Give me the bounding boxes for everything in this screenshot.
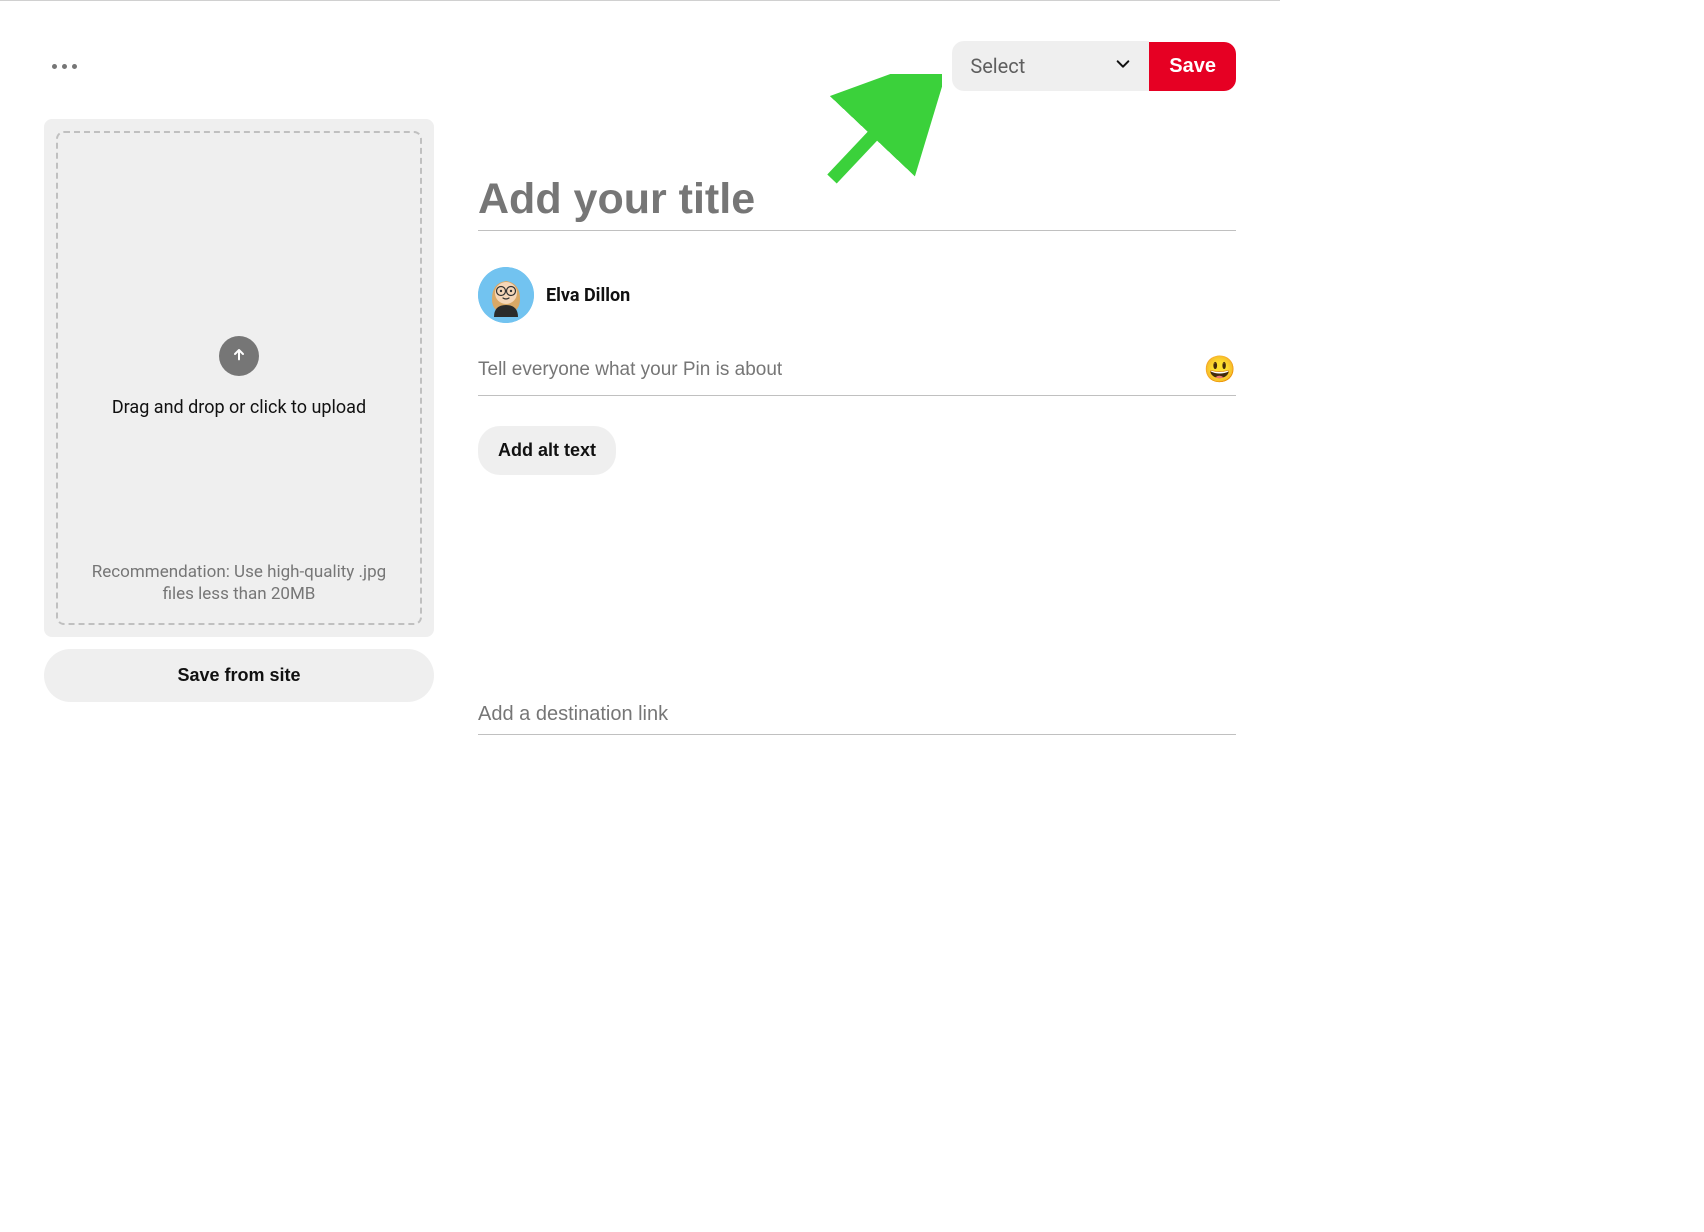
upload-text: Drag and drop or click to upload: [112, 396, 366, 419]
avatar[interactable]: [478, 267, 534, 323]
user-name: Elva Dillon: [546, 285, 630, 306]
upload-dropzone: Drag and drop or click to upload Recomme…: [56, 131, 422, 625]
right-panel: Elva Dillon 😃 Add alt text: [478, 119, 1236, 735]
description-input[interactable]: [478, 353, 1204, 387]
board-select-dropdown[interactable]: Select: [952, 41, 1149, 91]
title-input[interactable]: [478, 169, 1236, 231]
upload-area[interactable]: Drag and drop or click to upload Recomme…: [44, 119, 434, 637]
emoji-picker-icon[interactable]: 😃: [1204, 355, 1236, 385]
save-controls: Select Save: [952, 41, 1236, 91]
save-from-site-button[interactable]: Save from site: [44, 649, 434, 702]
upload-recommendation: Recommendation: Use high-quality .jpg fi…: [78, 561, 400, 605]
chevron-down-icon: [1115, 56, 1131, 76]
main-content: Drag and drop or click to upload Recomme…: [44, 119, 1236, 735]
save-button[interactable]: Save: [1149, 42, 1236, 91]
left-panel: Drag and drop or click to upload Recomme…: [44, 119, 434, 735]
ellipsis-icon: [52, 64, 57, 69]
description-row: 😃: [478, 353, 1236, 396]
ellipsis-icon: [62, 64, 67, 69]
destination-link-input[interactable]: [478, 695, 1236, 735]
user-row: Elva Dillon: [478, 267, 1236, 323]
upload-icon: [219, 336, 259, 376]
more-options-button[interactable]: [44, 56, 85, 77]
top-row: Select Save: [44, 41, 1236, 91]
ellipsis-icon: [72, 64, 77, 69]
pin-builder-container: Select Save Drag and drop or click to up…: [0, 1, 1280, 735]
add-alt-text-button[interactable]: Add alt text: [478, 426, 616, 475]
board-select-label: Select: [970, 54, 1025, 78]
